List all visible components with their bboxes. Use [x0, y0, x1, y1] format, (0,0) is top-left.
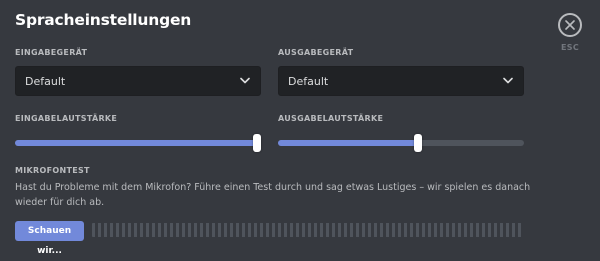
input-volume-slider[interactable] — [15, 134, 261, 152]
chevron-down-icon — [240, 77, 250, 84]
output-device-label: AUSGABEGERÄT — [278, 48, 354, 57]
output-device-select[interactable]: Default — [278, 66, 524, 96]
output-device-value: Default — [288, 75, 329, 88]
close-control[interactable]: ESC — [556, 13, 584, 52]
close-button[interactable] — [558, 13, 582, 37]
input-device-label: EINGABEGERÄT — [15, 48, 88, 57]
mic-test-label: MIKROFONTEST — [15, 166, 90, 175]
output-volume-fill — [278, 140, 419, 146]
mic-level-meter — [92, 223, 524, 237]
input-device-select[interactable]: Default — [15, 66, 261, 96]
input-device-value: Default — [25, 75, 66, 88]
chevron-down-icon — [503, 77, 513, 84]
output-volume-slider[interactable] — [278, 134, 524, 152]
esc-label: ESC — [561, 43, 579, 52]
output-volume-label: AUSGABELAUTSTÄRKE — [278, 114, 384, 123]
input-volume-label: EINGABELAUTSTÄRKE — [15, 114, 118, 123]
mic-test-description: Hast du Probleme mit dem Mikrofon? Führe… — [15, 182, 531, 208]
page-title: Spracheinstellungen — [15, 11, 192, 29]
output-volume-handle[interactable] — [414, 134, 423, 152]
mic-test-button[interactable]: Schauen wir... — [15, 221, 84, 256]
input-volume-fill — [15, 140, 257, 146]
input-volume-handle[interactable] — [253, 134, 261, 152]
close-icon — [565, 20, 575, 30]
